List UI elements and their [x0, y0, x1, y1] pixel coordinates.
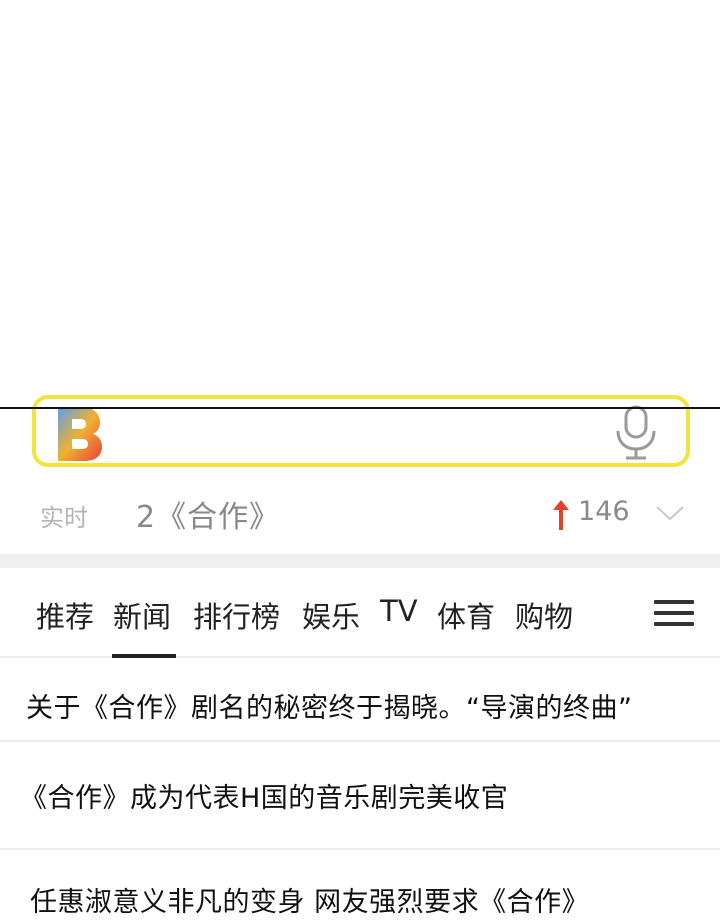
tab-shopping[interactable]: 购物 [515, 594, 573, 636]
chevron-down-icon[interactable] [655, 504, 685, 522]
tab-entertainment[interactable]: 娱乐 [302, 594, 360, 636]
microphone-icon[interactable] [614, 405, 658, 461]
tab-ranking[interactable]: 排行榜 [193, 594, 280, 636]
trending-row[interactable]: 实时 2《合作》 146 [0, 490, 720, 540]
arrow-up-icon [553, 500, 569, 530]
tab-sports[interactable]: 体育 [437, 594, 495, 636]
section-separator [0, 554, 720, 568]
news-title: 任惠淑意义非凡的变身 网友强烈要求《合作》 [30, 887, 590, 918]
hamburger-menu-icon[interactable] [654, 600, 694, 628]
tab-recommend[interactable]: 推荐 [36, 594, 94, 636]
list-item[interactable]: 《合作》成为代表H国的音乐剧完美收官 [0, 742, 720, 850]
blank-area [0, 0, 720, 407]
trending-count: 146 [578, 496, 630, 527]
search-bar[interactable] [32, 395, 690, 467]
list-item[interactable]: 关于《合作》剧名的秘密终于揭晓。“导演的终曲” [0, 658, 720, 742]
list-item[interactable]: 任惠淑意义非凡的变身 网友强烈要求《合作》 [0, 850, 720, 922]
news-title: 关于《合作》剧名的秘密终于揭晓。“导演的终曲” [26, 693, 633, 724]
tab-bar: 推荐 新闻 排行榜 娱乐 TV 体育 购物 [0, 570, 720, 658]
tab-tv[interactable]: TV [380, 594, 418, 628]
news-title: 《合作》成为代表H国的音乐剧完美收官 [20, 783, 509, 814]
trending-query[interactable]: 2《合作》 [136, 492, 280, 536]
trending-label: 实时 [40, 504, 88, 532]
tab-news[interactable]: 新闻 [113, 594, 171, 636]
logo-icon [58, 407, 102, 461]
overlay-divider [0, 407, 720, 409]
